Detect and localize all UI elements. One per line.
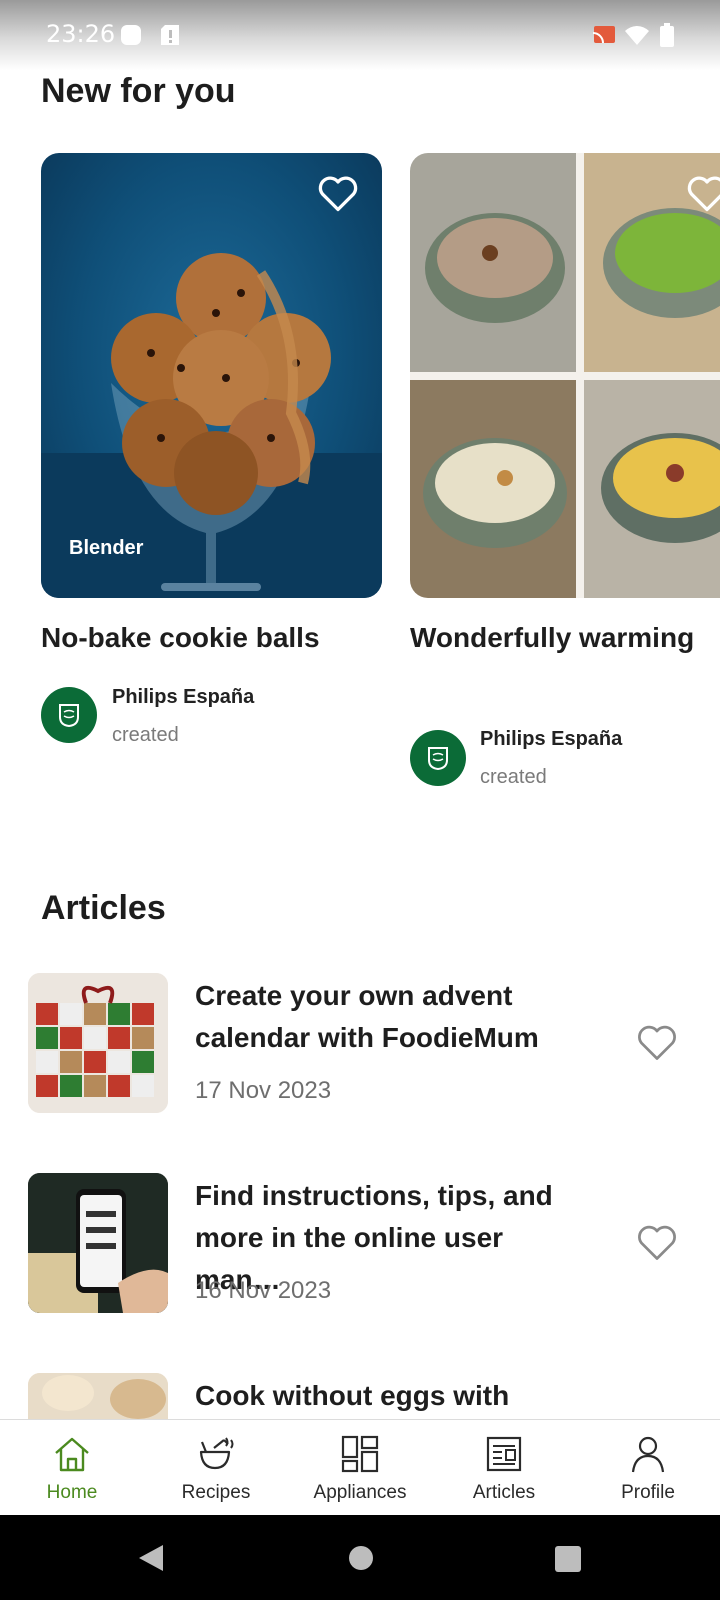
article-date: 17 Nov 2023 — [195, 1077, 332, 1104]
section-title-articles: Articles — [41, 889, 166, 927]
nav-label: Articles — [472, 1482, 536, 1503]
recipes-icon — [199, 1437, 234, 1470]
soups-collage-photo — [410, 153, 720, 598]
appliances-icon — [341, 1435, 379, 1473]
nav-label: Profile — [621, 1482, 675, 1503]
recents-square-icon[interactable] — [554, 1545, 582, 1578]
author-name: Philips España — [480, 728, 623, 750]
article-title-line: calendar with FoodieMum — [195, 1022, 539, 1053]
favorite-heart-icon[interactable] — [635, 1220, 679, 1264]
back-icon[interactable] — [137, 1543, 165, 1578]
author-role: created — [112, 724, 179, 746]
favorite-heart-icon[interactable] — [316, 171, 360, 215]
wifi-icon — [624, 24, 650, 51]
recipe-card-title[interactable]: Wonderfully warming — [410, 622, 694, 654]
article-title-line: Create your own advent — [195, 980, 513, 1011]
profile-icon — [631, 1436, 665, 1473]
eggs-photo — [28, 1373, 168, 1419]
nav-tab-articles[interactable]: Articles — [432, 1420, 576, 1516]
philips-shield-icon — [428, 747, 448, 770]
nav-tab-recipes[interactable]: Recipes — [144, 1420, 288, 1516]
article-title[interactable]: Cook without eggs with — [195, 1375, 595, 1419]
recipe-card-image[interactable]: Blender — [41, 153, 382, 598]
author-avatar[interactable] — [41, 687, 97, 743]
recipe-card-image[interactable] — [410, 153, 720, 598]
nav-label: Home — [46, 1482, 98, 1503]
nav-tab-appliances[interactable]: Appliances — [288, 1420, 432, 1516]
sim-alert-icon — [160, 24, 180, 51]
philips-shield-icon — [59, 704, 79, 727]
status-time: 23:26 — [46, 20, 116, 48]
article-title-line: Cook without eggs with — [195, 1380, 510, 1411]
favorite-heart-icon[interactable] — [635, 1020, 679, 1064]
home-icon — [55, 1437, 89, 1472]
nav-label: Recipes — [181, 1482, 251, 1503]
advent-calendar-photo — [28, 973, 168, 1113]
section-title-new-for-you: New for you — [41, 72, 236, 110]
battery-icon — [660, 23, 674, 52]
recipe-card-title[interactable]: No-bake cookie balls — [41, 622, 320, 654]
article-thumbnail[interactable] — [28, 1173, 168, 1313]
nav-tab-profile[interactable]: Profile — [576, 1420, 720, 1516]
article-title-line: Find instructions, tips, and — [195, 1180, 553, 1211]
card-tag-label: Blender — [69, 537, 144, 559]
favorite-heart-icon[interactable] — [685, 171, 720, 215]
notification-app-icon — [120, 24, 142, 51]
cookie-balls-photo — [41, 253, 382, 598]
article-date: 16 Nov 2023 — [195, 1277, 332, 1304]
cast-icon — [592, 25, 616, 50]
articles-icon — [486, 1436, 522, 1472]
system-navigation-bar — [0, 1515, 720, 1600]
bottom-navigation: Home Recipes Appliances Articles Profile — [0, 1419, 720, 1516]
status-bar: 23:26 — [0, 0, 720, 70]
author-name: Philips España — [112, 686, 255, 708]
home-circle-icon[interactable] — [348, 1545, 374, 1576]
article-title[interactable]: Create your own advent calendar with Foo… — [195, 975, 595, 1059]
author-avatar[interactable] — [410, 730, 466, 786]
nav-tab-home[interactable]: Home — [0, 1420, 144, 1516]
author-role: created — [480, 766, 547, 788]
nav-label: Appliances — [313, 1482, 407, 1503]
user-manual-phone-photo — [28, 1173, 168, 1313]
article-thumbnail[interactable] — [28, 1373, 168, 1419]
article-thumbnail[interactable] — [28, 973, 168, 1113]
